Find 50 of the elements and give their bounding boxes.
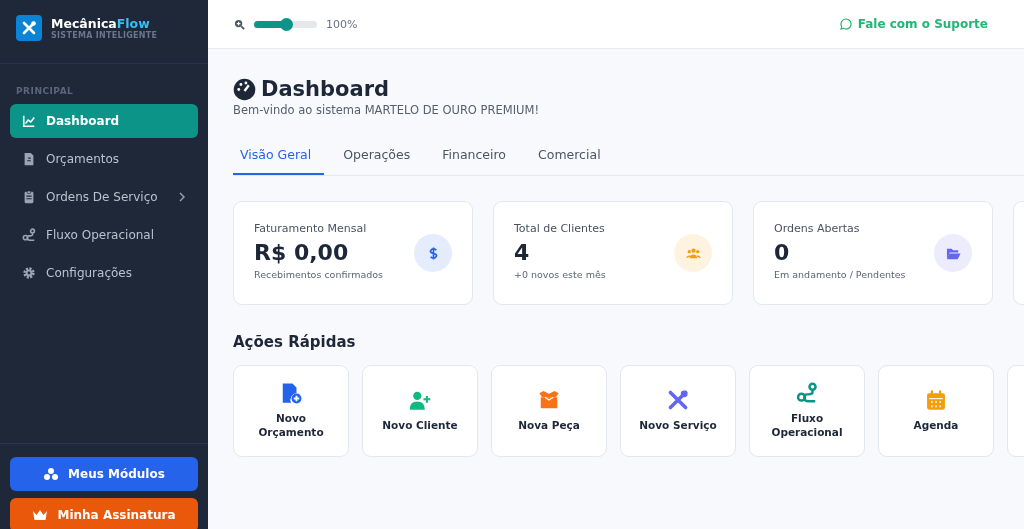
route-icon (22, 228, 36, 242)
quick-action-button[interactable]: Novo Serviço (620, 365, 736, 457)
gauge-icon (233, 77, 256, 101)
stat-value: 4 (514, 240, 531, 265)
quick-action-button[interactable]: Novo Cliente (362, 365, 478, 457)
quick-action-button[interactable]: Novo Orçamento (233, 365, 349, 457)
brand-name: MecânicaFlow (51, 16, 151, 31)
zoom-reading: 100% (326, 17, 358, 31)
tools-icon (667, 389, 689, 412)
zoom-icon (234, 18, 245, 30)
user-plus-icon (409, 389, 431, 412)
invoice-icon (22, 152, 36, 166)
quick-action-button[interactable]: Nova Peça (491, 365, 607, 457)
sidebar-item[interactable]: Orçamentos (10, 142, 198, 176)
file-plus-icon (280, 382, 302, 405)
sidebar-item[interactable]: Fluxo Operacional (10, 218, 198, 252)
tab[interactable]: Financeiro (435, 137, 519, 175)
tab[interactable]: Visão Geral (233, 137, 325, 175)
calendar-icon (925, 389, 947, 412)
stat-value: R$ 0,00 (254, 240, 350, 265)
section-title: Ações Rápidas (233, 333, 357, 351)
stat-note: Em andamento / Pendentes (774, 269, 907, 280)
section-label: PRINCIPAL (16, 86, 75, 96)
quick-action-button[interactable]: Agenda (878, 365, 994, 457)
crown-icon (32, 508, 49, 522)
sidebar-item[interactable]: Ordens De Serviço (10, 180, 198, 214)
sidebar-item[interactable]: Configurações (10, 256, 198, 290)
modules-button[interactable]: Meus Módulos (10, 457, 198, 491)
logo-icon (16, 15, 42, 41)
stat-label: Faturamento Mensal (254, 222, 368, 235)
cubes-icon (43, 467, 60, 481)
stat-label: Total de Clientes (514, 222, 606, 235)
route-icon (796, 382, 818, 405)
zoom-slider[interactable] (254, 20, 317, 28)
sidebar-item[interactable]: Dashboard (10, 104, 198, 138)
quick-action-button[interactable]: Fluxo Operacional (749, 365, 865, 457)
clipboard-icon (22, 190, 36, 204)
subscription-button[interactable]: Minha Assinatura (10, 498, 198, 529)
stat-label: Ordens Abertas (774, 222, 861, 235)
brand-tagline: SISTEMA INTELIGENTE (51, 31, 158, 40)
tab[interactable]: Operações (336, 137, 424, 175)
stat-value: 0 (774, 240, 791, 265)
page-title: Dashboard (261, 77, 390, 101)
chart-icon (22, 114, 36, 128)
stat-note: Recebimentos confirmados (254, 269, 385, 280)
stat-note: +0 novos este mês (514, 269, 607, 280)
tab[interactable]: Comercial (531, 137, 614, 175)
page-subtitle: Bem-vindo ao sistema MARTELO DE OURO PREMIUM! (233, 103, 541, 117)
chat-icon (839, 18, 852, 30)
gear-icon (22, 266, 36, 280)
